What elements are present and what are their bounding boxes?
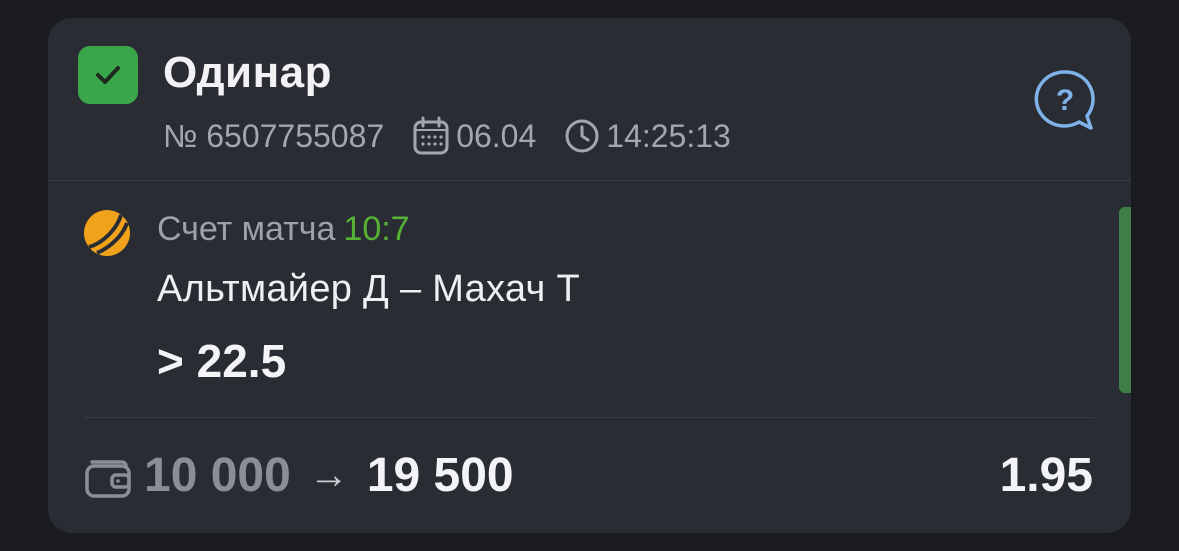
tennis-ball-icon <box>81 207 133 259</box>
match-score: 10:7 <box>343 210 410 248</box>
bet-odds: 1.95 <box>999 449 1093 502</box>
clock-icon <box>564 118 600 154</box>
svg-text:?: ? <box>1056 84 1074 117</box>
payout-amount: 19 500 <box>366 449 514 502</box>
score-label: Счет матча <box>157 210 336 248</box>
match-score-line: Счет матча 10:7 <box>157 210 410 249</box>
bet-card[interactable]: Одинар № 6507755087 06.04 14:25:13 ? Сче… <box>48 18 1131 533</box>
question-chat-icon: ? <box>1034 70 1095 130</box>
bet-meta-row: № 6507755087 06.04 14:25:13 <box>163 116 731 156</box>
bet-date: 06.04 <box>412 116 536 156</box>
help-button[interactable]: ? <box>1033 68 1097 132</box>
bet-number: № 6507755087 <box>163 118 384 155</box>
checkmark-icon <box>96 66 120 84</box>
bet-outcome: > 22.5 <box>157 335 287 387</box>
result-indicator-bar <box>1119 207 1131 393</box>
bet-number-text: № 6507755087 <box>163 117 385 154</box>
bet-time-text: 14:25:13 <box>606 117 731 154</box>
wallet-icon <box>84 454 132 500</box>
footer-divider <box>84 417 1094 418</box>
calendar-icon <box>412 116 450 156</box>
stake-amount: 10 000 <box>144 449 291 502</box>
stake-row: 10 000 → 19 500 <box>144 448 514 503</box>
header-divider <box>48 180 1131 181</box>
event-teams: Альтмайер Д – Махач Т <box>157 268 581 310</box>
bet-type-title: Одинар <box>163 48 333 97</box>
bet-date-text: 06.04 <box>456 117 537 154</box>
arrow-right-icon: → <box>308 453 349 497</box>
bet-time: 14:25:13 <box>564 118 731 155</box>
status-check-badge <box>78 46 138 104</box>
